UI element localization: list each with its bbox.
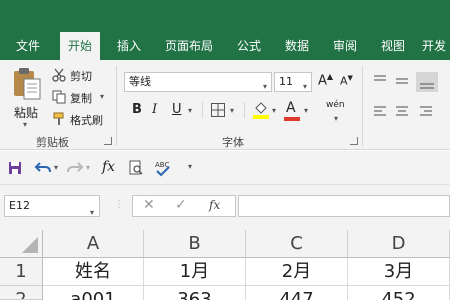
formula-input[interactable] xyxy=(238,195,450,217)
name-box[interactable]: E12 ▾ xyxy=(4,195,100,217)
cell-b1[interactable]: 1月 xyxy=(144,258,246,286)
customize-qat-icon[interactable]: ▾ xyxy=(188,162,192,171)
font-size-dropdown-icon: ▾ xyxy=(302,82,307,91)
phonetic-dropdown-icon[interactable]: ▾ xyxy=(334,114,338,123)
font-name-dropdown-icon: ▾ xyxy=(262,82,267,91)
tab-file[interactable]: 文件 xyxy=(10,32,46,60)
scissors-icon xyxy=(52,68,66,82)
shrink-font-icon: A xyxy=(340,74,348,88)
copy-button[interactable]: 复制 ▾ xyxy=(50,88,110,106)
worksheet-grid: A B C D 1 姓名 1月 2月 3月 2 a001 363 447 452 xyxy=(0,230,450,300)
grow-font-button[interactable]: A▲ xyxy=(318,72,333,88)
tab-home[interactable]: 开始 xyxy=(60,32,100,60)
font-launcher-icon[interactable] xyxy=(350,137,358,145)
name-box-value: E12 xyxy=(9,199,30,212)
print-preview-icon[interactable] xyxy=(128,160,144,176)
paste-icon xyxy=(14,68,41,100)
borders-icon[interactable] xyxy=(210,102,226,118)
select-all-icon xyxy=(22,237,38,253)
enter-icon[interactable]: ✓ xyxy=(175,197,187,213)
tab-data[interactable]: 数据 xyxy=(278,32,316,60)
save-icon[interactable] xyxy=(8,161,22,175)
group-divider xyxy=(362,66,363,146)
font-name-value: 等线 xyxy=(129,75,151,88)
formula-buttons: ✕ ✓ fx xyxy=(132,195,236,217)
row-header-2[interactable]: 2 xyxy=(0,286,43,300)
cell-a2[interactable]: a001 xyxy=(43,286,144,300)
cell-c1[interactable]: 2月 xyxy=(246,258,348,286)
group-divider xyxy=(116,66,117,146)
clipboard-launcher-icon[interactable] xyxy=(104,137,112,145)
format-painter-label: 格式刷 xyxy=(70,114,103,127)
phonetic-button[interactable]: wén xyxy=(326,100,345,110)
font-color-icon: A xyxy=(286,100,296,116)
cell-d2[interactable]: 452 xyxy=(348,286,450,300)
font-group-label: 字体 xyxy=(222,136,244,149)
ribbon-tabs: 文件 开始 插入 页面布局 公式 数据 审阅 视图 开发 xyxy=(0,32,450,60)
cell-d1[interactable]: 3月 xyxy=(348,258,450,286)
fx-icon[interactable]: fx xyxy=(209,198,220,212)
formula-bar-area: E12 ▾ ⋮ ✕ ✓ fx xyxy=(0,185,450,230)
vertical-align-icons[interactable] xyxy=(372,72,448,92)
fill-color-dropdown-icon[interactable]: ▾ xyxy=(272,106,276,115)
format-painter-button[interactable]: 格式刷 xyxy=(50,110,108,128)
redo-dropdown-icon[interactable]: ▾ xyxy=(86,163,90,172)
cut-label: 剪切 xyxy=(70,70,92,83)
copy-label: 复制 xyxy=(70,92,92,105)
row-header-1[interactable]: 1 xyxy=(0,258,43,286)
tab-page-layout[interactable]: 页面布局 xyxy=(158,32,220,60)
spelling-icon[interactable]: ABC xyxy=(154,159,172,177)
ribbon: 粘贴 ▾ 剪切 复制 ▾ 格式刷 剪贴板 等线 ▾ 11 ▾ A▲ A▼ B I… xyxy=(0,60,450,150)
grow-font-icon: A xyxy=(318,73,327,89)
fill-color-icon[interactable] xyxy=(252,100,270,120)
cell-c2[interactable]: 447 xyxy=(246,286,348,300)
cell-a1[interactable]: 姓名 xyxy=(43,258,144,286)
undo-icon[interactable] xyxy=(34,160,52,176)
cell-b2[interactable]: 363 xyxy=(144,286,246,300)
paste-label: 粘贴 xyxy=(14,106,39,120)
underline-dropdown-icon[interactable]: ▾ xyxy=(188,106,192,115)
shrink-font-button[interactable]: A▼ xyxy=(340,74,353,88)
font-color-button[interactable]: A xyxy=(286,100,296,116)
tab-developer[interactable]: 开发 xyxy=(422,32,450,60)
font-color-dropdown-icon[interactable]: ▾ xyxy=(304,106,308,115)
paste-button[interactable]: 粘贴 ▾ xyxy=(8,66,46,129)
clipboard-group-label: 剪贴板 xyxy=(36,136,69,149)
font-color-swatch xyxy=(284,117,300,121)
tab-review[interactable]: 审阅 xyxy=(326,32,364,60)
insert-function-icon[interactable]: fx xyxy=(102,159,115,175)
cancel-icon[interactable]: ✕ xyxy=(143,197,155,213)
copy-dropdown-icon[interactable]: ▾ xyxy=(100,92,104,101)
tab-formulas[interactable]: 公式 xyxy=(230,32,268,60)
phonetic-icon: wén xyxy=(326,100,345,110)
column-header-a[interactable]: A xyxy=(43,230,144,258)
column-header-c[interactable]: C xyxy=(246,230,348,258)
select-all-corner[interactable] xyxy=(0,230,43,258)
bold-button[interactable]: B xyxy=(132,102,142,117)
font-size-value: 11 xyxy=(279,75,293,88)
cut-button[interactable]: 剪切 xyxy=(50,66,100,84)
divider xyxy=(244,102,245,118)
tab-insert[interactable]: 插入 xyxy=(110,32,148,60)
font-size-select[interactable]: 11 ▾ xyxy=(274,72,312,92)
format-painter-icon xyxy=(53,112,64,125)
quick-access-toolbar: ▾ ▾ fx ABC ▾ xyxy=(0,151,450,185)
borders-dropdown-icon[interactable]: ▾ xyxy=(230,106,234,115)
redo-icon[interactable] xyxy=(66,160,84,176)
tab-view[interactable]: 视图 xyxy=(374,32,412,60)
underline-button[interactable]: U xyxy=(172,102,182,117)
font-name-select[interactable]: 等线 ▾ xyxy=(124,72,272,92)
title-bar xyxy=(0,0,450,32)
copy-icon xyxy=(52,90,66,104)
column-header-d[interactable]: D xyxy=(348,230,450,258)
horizontal-align-icons[interactable] xyxy=(372,102,448,122)
name-box-dropdown-icon: ▾ xyxy=(89,208,94,217)
divider xyxy=(202,102,203,118)
divider-dots: ⋮ xyxy=(114,199,124,210)
undo-dropdown-icon[interactable]: ▾ xyxy=(54,163,58,172)
paste-dropdown-icon[interactable]: ▾ xyxy=(23,120,27,129)
column-header-b[interactable]: B xyxy=(144,230,246,258)
italic-button[interactable]: I xyxy=(152,102,157,117)
